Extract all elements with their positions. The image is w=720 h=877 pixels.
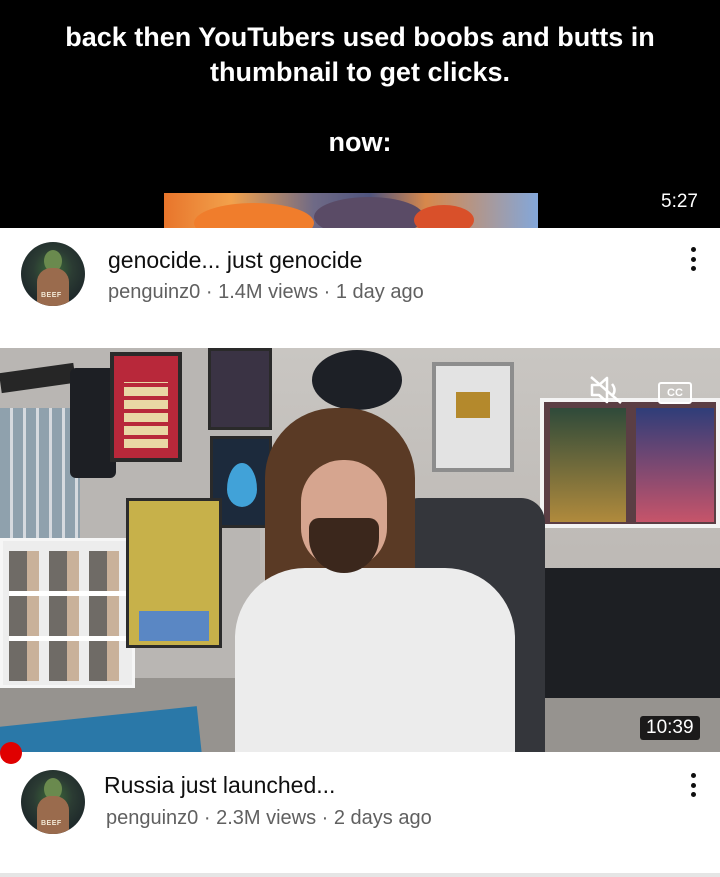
duration-badge-2: 10:39 xyxy=(640,716,700,740)
divider xyxy=(0,873,720,877)
more-options-icon[interactable] xyxy=(683,244,703,274)
channel-avatar[interactable]: BEEF xyxy=(21,242,85,306)
video-title-1[interactable]: genocide... just genocide xyxy=(108,246,362,274)
player-overlay-controls: CC xyxy=(576,366,708,416)
video-meta-2: penguinz0 · 2.3M views · 2 days ago xyxy=(106,807,432,829)
channel-avatar[interactable]: BEEF xyxy=(21,770,85,834)
mute-icon[interactable] xyxy=(588,374,624,406)
caption-line-1: back then YouTubers used boobs and butts… xyxy=(65,22,655,52)
video-meta-1: penguinz0 · 1.4M views · 1 day ago xyxy=(108,281,424,303)
duration-badge-1: 5:27 xyxy=(655,190,704,214)
avatar-tag: BEEF xyxy=(41,292,62,299)
caption-line-3: now: xyxy=(328,127,392,157)
cc-icon[interactable]: CC xyxy=(658,382,692,404)
video-title-2[interactable]: Russia just launched... xyxy=(104,771,335,799)
more-options-icon[interactable] xyxy=(683,770,703,800)
video-thumbnail-1[interactable] xyxy=(164,193,538,228)
caption-line-2: thumbnail to get clicks. xyxy=(209,57,511,87)
avatar-tag: BEEF xyxy=(41,820,62,827)
progress-dot-icon xyxy=(0,742,22,764)
